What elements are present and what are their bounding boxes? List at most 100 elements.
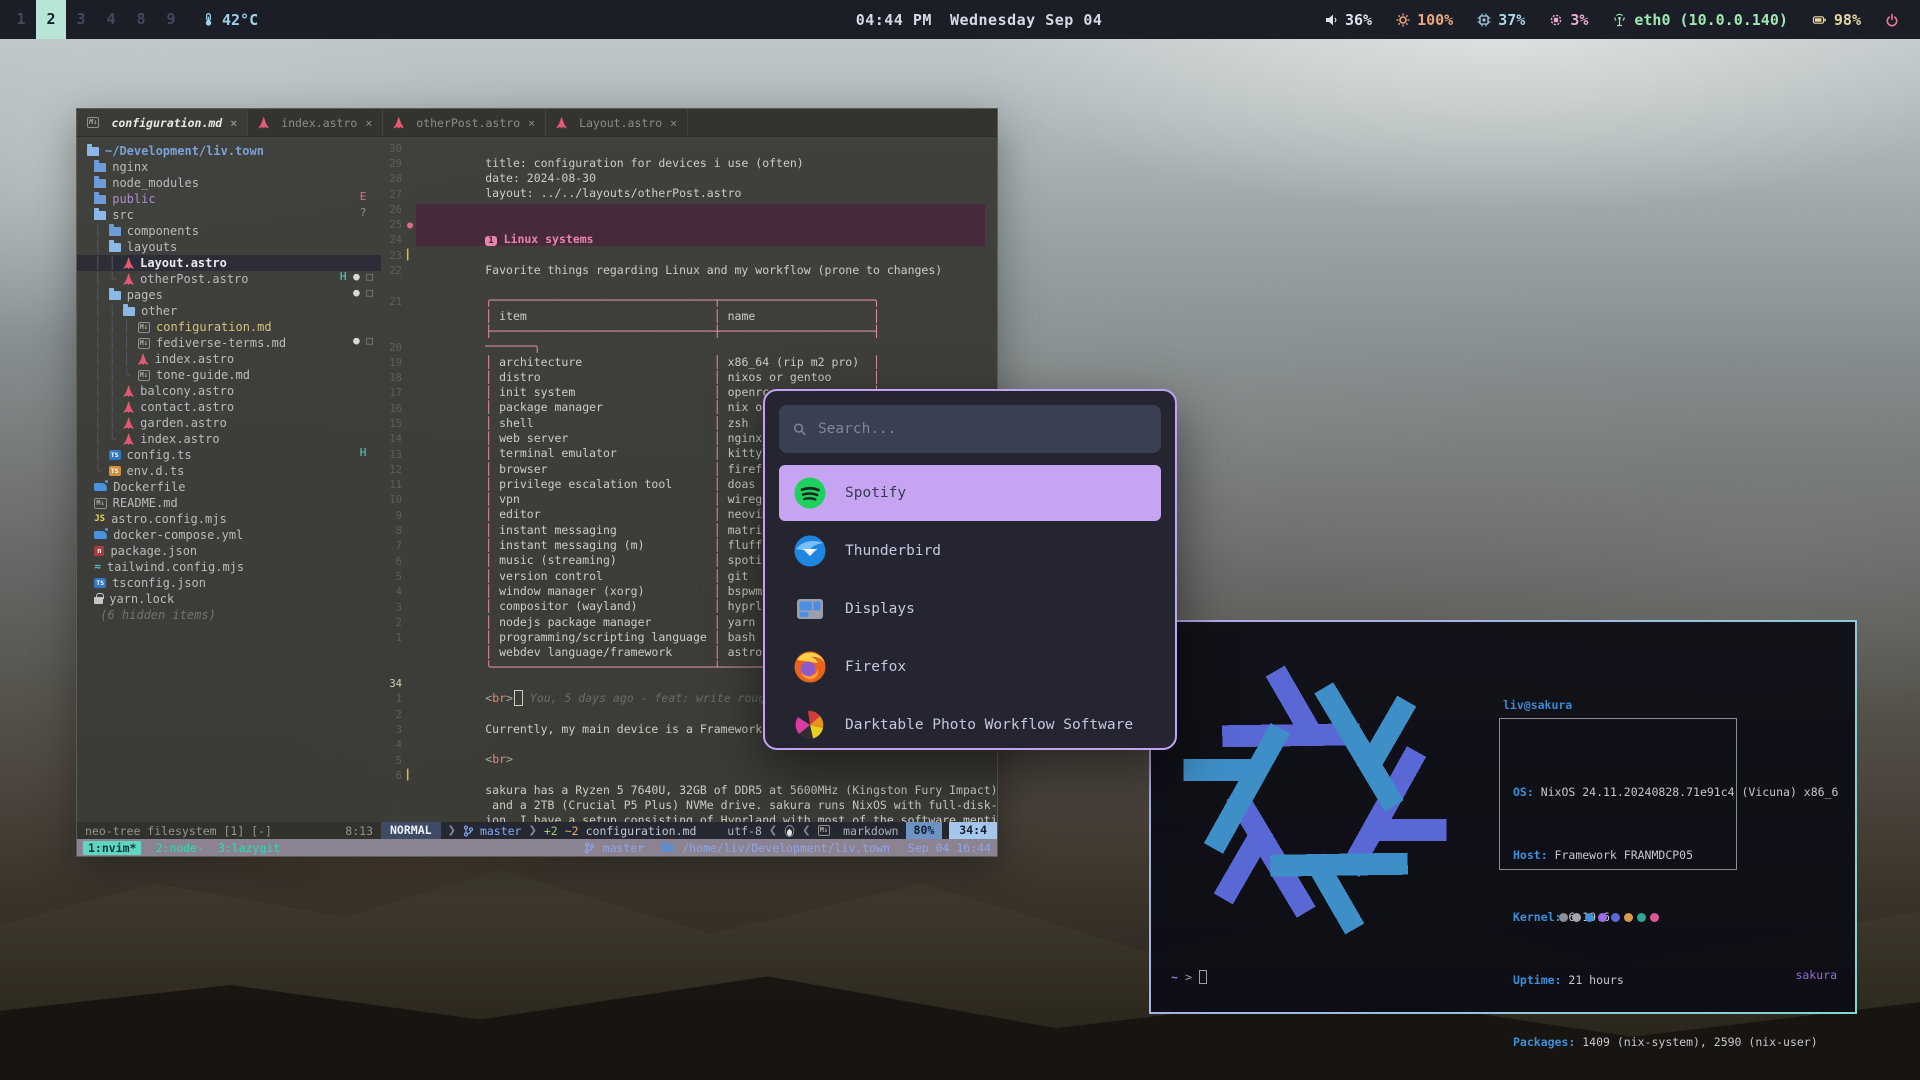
palette-dot xyxy=(1572,913,1581,922)
close-tab-icon[interactable]: × xyxy=(230,116,237,130)
bar-module[interactable]: 98% xyxy=(1812,11,1861,29)
close-tab-icon[interactable]: × xyxy=(670,116,677,130)
indent-guides xyxy=(87,512,94,526)
git-branch-name[interactable]: master xyxy=(480,824,522,838)
indent-guides xyxy=(87,576,94,590)
workspace-button[interactable]: 2 xyxy=(36,0,66,39)
file-icon xyxy=(123,433,134,445)
editor-tab[interactable]: Layout.astro × xyxy=(546,109,688,136)
line-number: 28 xyxy=(381,173,407,185)
file-icon xyxy=(87,147,99,156)
editor-line[interactable]: ove. I use Nix when I need software with… xyxy=(381,814,997,822)
launcher-item[interactable]: Thunderbird xyxy=(779,523,1161,579)
module-value: 37% xyxy=(1498,11,1525,29)
close-tab-icon[interactable]: × xyxy=(528,116,535,130)
tmux-branch: master xyxy=(603,841,645,855)
launcher-item[interactable]: Displays xyxy=(779,581,1161,637)
tree-item-label: nginx xyxy=(112,160,148,174)
fetch-info-row: Host: Framework FRANMDCP05 xyxy=(1513,848,1838,864)
bar-module[interactable]: 37% xyxy=(1477,11,1525,29)
file-type-icon xyxy=(258,117,269,129)
brightness-icon xyxy=(1396,13,1410,27)
line-number: 4 xyxy=(381,739,407,751)
indent-guides: │ │ │ xyxy=(87,336,138,350)
terminal-cursor xyxy=(1199,970,1207,984)
workspace-button[interactable]: 3 xyxy=(66,0,96,39)
spotify-icon xyxy=(793,476,827,510)
module-value: eth0 (10.0.0.140) xyxy=(1634,11,1788,29)
bar-module[interactable]: 100% xyxy=(1396,11,1453,29)
file-icon xyxy=(94,597,103,604)
line-number: 29 xyxy=(381,158,407,170)
editor-tab[interactable]: otherPost.astro × xyxy=(383,109,546,136)
workspace-button[interactable]: 9 xyxy=(156,0,186,39)
tree-item-label: Layout.astro xyxy=(140,256,227,270)
battery-icon xyxy=(1812,13,1827,27)
indent-guides: │ ╰ xyxy=(87,272,123,286)
bar-module[interactable] xyxy=(1885,13,1906,27)
fetch-info-row: OS: NixOS 24.11.20240828.71e91c4 (Vicuna… xyxy=(1513,785,1838,801)
file-icon xyxy=(123,417,134,429)
bar-module[interactable]: 36% xyxy=(1324,11,1372,29)
thermometer-icon xyxy=(202,12,215,27)
editor-tab[interactable]: M↓ configuration.md × xyxy=(77,109,248,136)
folder-icon xyxy=(662,844,673,852)
tree-item-label: tsconfig.json xyxy=(112,576,206,590)
launcher-item[interactable]: Firefox xyxy=(779,639,1161,695)
volume-icon xyxy=(1324,13,1338,27)
indent-guides: │ xyxy=(87,224,109,238)
indent-guides: │ ╰ xyxy=(87,432,123,446)
fetch-user-host: liv@sakura xyxy=(1503,698,1572,712)
fastfetch-terminal[interactable]: liv@sakura OS: NixOS 24.11.20240828.71e9… xyxy=(1149,620,1857,1014)
bar-module[interactable]: 3% xyxy=(1549,11,1588,29)
line-number: 13 xyxy=(381,449,407,461)
search-input[interactable] xyxy=(818,421,1147,437)
workspace-button[interactable]: 8 xyxy=(126,0,156,39)
editor-tab[interactable]: index.astro × xyxy=(248,109,383,136)
gutter-sign: ▎ xyxy=(407,250,416,261)
tree-item-label: index.astro xyxy=(140,432,219,446)
tree-item-label: tailwind.config.mjs xyxy=(107,560,244,574)
tree-item-label: configuration.md xyxy=(156,320,272,334)
tmux-windows: 1:nvim* 2:node- 3:lazygit xyxy=(83,841,280,855)
palette-dot xyxy=(1611,913,1620,922)
line-number: 17 xyxy=(381,387,407,399)
indent-guides xyxy=(87,544,94,558)
tree-item-label: docker-compose.yml xyxy=(113,528,243,542)
tmux-window[interactable]: 3:lazygit xyxy=(218,841,280,855)
launcher-item[interactable]: Darktable Photo Workflow Software xyxy=(779,697,1161,750)
file-icon xyxy=(109,291,121,300)
tree-item-label: astro.config.mjs xyxy=(111,512,227,526)
workspace-button[interactable]: 4 xyxy=(96,0,126,39)
tree-item-label: garden.astro xyxy=(140,416,227,430)
tree-item[interactable]: (6 hidden items) xyxy=(77,607,381,623)
workspace-button[interactable]: 1 xyxy=(6,0,36,39)
tmux-window[interactable]: 2:node- xyxy=(155,841,203,855)
line-number: 3 xyxy=(381,602,407,614)
tree-item-label: (6 hidden items) xyxy=(100,608,216,622)
bar-module[interactable]: eth0 (10.0.0.140) xyxy=(1612,11,1788,29)
tab-label: index.astro xyxy=(281,116,357,130)
close-tab-icon[interactable]: × xyxy=(365,116,372,130)
app-icon xyxy=(793,708,827,742)
line-number: 4 xyxy=(381,586,407,598)
tree-item-label: README.md xyxy=(113,496,178,510)
filetype-label: markdown xyxy=(843,824,898,838)
module-value: 3% xyxy=(1570,11,1588,29)
lualine: NORMAL ❯ master ❯ +2 ~2 configuration.md… xyxy=(381,822,997,839)
tree-item-label: package.json xyxy=(110,544,197,558)
tmux-path: /home/liv/Development/liv.town xyxy=(682,841,890,855)
file-icon: M↓ xyxy=(138,322,150,333)
darktable-icon xyxy=(793,708,827,742)
file-icon xyxy=(123,273,134,285)
line-number: 25 xyxy=(381,219,407,231)
date-value: Wednesday Sep 04 xyxy=(950,11,1103,29)
buffer-tab-bar: M↓ configuration.md × index.astro × othe… xyxy=(77,109,997,137)
tree-item-label: otherPost.astro xyxy=(140,272,248,286)
file-type-icon xyxy=(393,117,404,129)
launcher-search-box[interactable] xyxy=(779,405,1161,453)
launcher-item[interactable]: Spotify xyxy=(779,465,1161,521)
shell-prompt[interactable]: ~ > xyxy=(1171,970,1207,984)
app-launcher: Spotify Thunderbird xyxy=(763,389,1177,750)
tmux-window[interactable]: 1:nvim* xyxy=(83,841,141,855)
